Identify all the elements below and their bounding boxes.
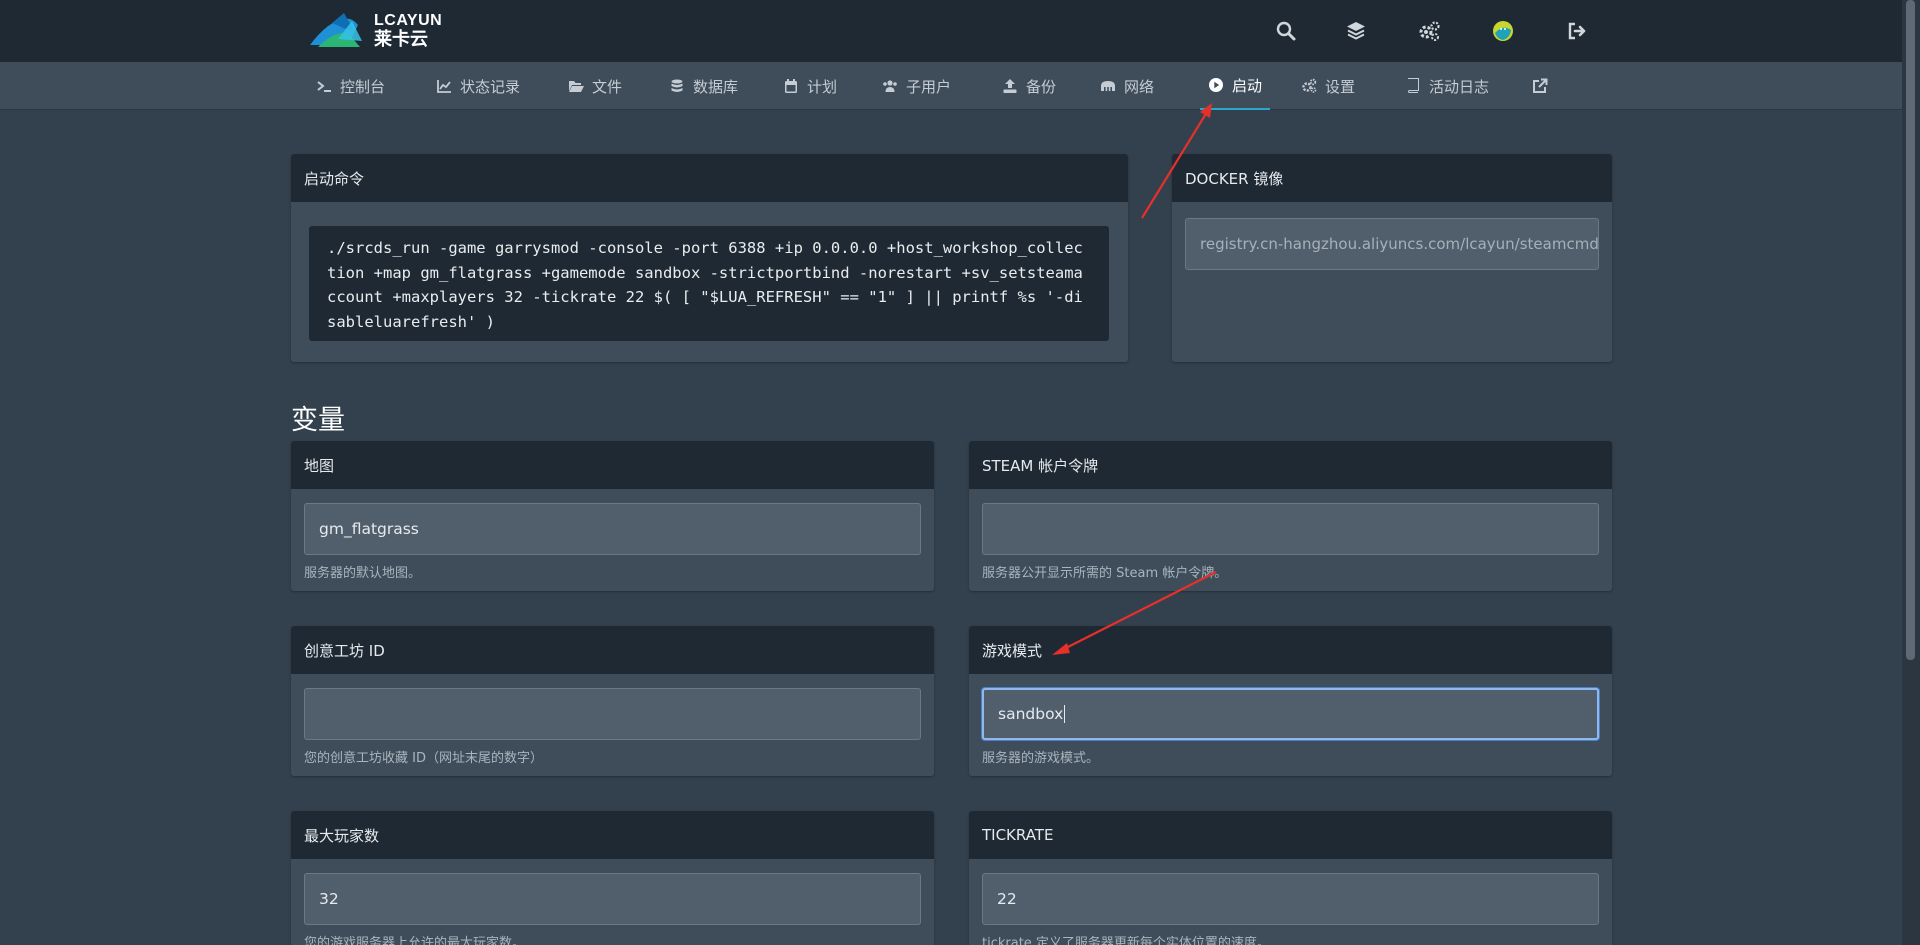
server-nav: 控制台 状态记录 文件 数据库 计划 子用户 备份 网络 启动 设置 活动日志 [0,62,1902,110]
tab-schedules[interactable]: 计划 [783,62,837,110]
tab-label: 数据库 [693,77,739,96]
max-players-input[interactable]: 32 [304,873,921,925]
variable-card-map: 地图 gm_flatgrass 服务器的默认地图。 [291,441,934,591]
gamemode-input[interactable]: sandbox [982,688,1599,740]
variable-hint: 服务器公开显示所需的 Steam 帐户令牌。 [982,566,1228,581]
tickrate-input[interactable]: 22 [982,873,1599,925]
variable-label: TICKRATE [969,811,1612,859]
variable-card-gamemode: 游戏模式 sandbox 服务器的游戏模式。 [969,626,1612,776]
variable-card-max-players: 最大玩家数 32 您的游戏服务器上允许的最大玩家数。 [291,811,934,945]
tab-label: 网络 [1124,77,1155,96]
startup-command-panel: 启动命令 ./srcds_run -game garrysmod -consol… [291,154,1128,362]
tab-console[interactable]: 控制台 [316,62,385,110]
text-caret [1064,705,1066,723]
tab-label: 状态记录 [460,77,521,96]
workshop-id-input[interactable] [304,688,921,740]
tab-status-log[interactable]: 状态记录 [436,62,520,110]
variables-title: 变量 [291,405,345,436]
upload-icon [1003,79,1017,93]
variable-label: 创意工坊 ID [291,626,934,674]
layers-icon[interactable] [1343,18,1369,44]
variable-card-steam-token: STEAM 帐户令牌 服务器公开显示所需的 Steam 帐户令牌。 [969,441,1612,591]
steam-token-input[interactable] [982,503,1599,555]
tab-label: 子用户 [906,77,952,96]
page-scrollbar-thumb[interactable] [1906,0,1915,660]
variable-hint: tickrate 定义了服务器更新每个实体位置的速度。 [982,936,1270,945]
play-circle-icon [1209,78,1223,92]
docker-image-panel: DOCKER 镜像 registry.cn-hangzhou.aliyuncs.… [1172,154,1612,362]
terminal-icon [317,81,331,92]
variable-label: 最大玩家数 [291,811,934,859]
avatar[interactable] [1490,18,1516,44]
docker-image-select[interactable]: registry.cn-hangzhou.aliyuncs.com/lcayun… [1185,218,1599,270]
variable-card-tickrate: TICKRATE 22 tickrate 定义了服务器更新每个实体位置的速度。 [969,811,1612,945]
network-icon [1101,81,1115,91]
variable-label: STEAM 帐户令牌 [969,441,1612,489]
tab-startup[interactable]: 启动 [1200,62,1271,110]
cogs-icon[interactable] [1416,18,1442,44]
variable-hint: 您的游戏服务器上允许的最大玩家数。 [304,936,526,945]
tab-backups[interactable]: 备份 [1002,62,1056,110]
book-icon [1408,78,1419,93]
variable-hint: 服务器的游戏模式。 [982,751,1100,766]
tab-subusers[interactable]: 子用户 [882,62,951,110]
chart-icon [437,80,451,93]
annotation-arrows [1052,103,1217,655]
brand-name: LCAYUN 莱卡云 [374,12,443,49]
variable-hint: 服务器的默认地图。 [304,566,422,581]
gamemode-value: sandbox [998,705,1064,723]
map-input[interactable]: gm_flatgrass [304,503,921,555]
panel-title: DOCKER 镜像 [1172,154,1612,202]
tab-label: 文件 [592,77,623,96]
external-link-icon [1533,78,1548,93]
variable-label: 地图 [291,441,934,489]
users-icon [883,80,897,92]
variable-label: 游戏模式 [969,626,1612,674]
top-header: LCAYUN 莱卡云 [0,0,1902,62]
calendar-icon [785,79,797,93]
tab-label: 活动日志 [1429,77,1490,96]
logout-icon[interactable] [1564,18,1590,44]
tab-settings[interactable]: 设置 [1301,62,1355,110]
variable-hint: 您的创意工坊收藏 ID（网址末尾的数字） [304,751,543,766]
variable-card-workshop-id: 创意工坊 ID 您的创意工坊收藏 ID（网址末尾的数字） [291,626,934,776]
folder-open-icon [569,81,584,92]
tab-label: 计划 [807,77,838,96]
cogs-icon [1302,78,1317,93]
database-icon [671,79,683,92]
tab-databases[interactable]: 数据库 [669,62,738,110]
startup-command-text: ./srcds_run -game garrysmod -console -po… [309,226,1109,341]
tab-external-link[interactable] [1532,62,1548,110]
tab-files[interactable]: 文件 [568,62,622,110]
tab-network[interactable]: 网络 [1100,62,1154,110]
tab-label: 备份 [1026,77,1057,96]
tab-label: 设置 [1325,77,1356,96]
search-icon[interactable] [1273,18,1299,44]
panel-title: 启动命令 [291,154,1128,202]
tab-label: 启动 [1232,76,1263,95]
tab-label: 控制台 [340,77,386,96]
tab-activity-log[interactable]: 活动日志 [1405,62,1489,110]
